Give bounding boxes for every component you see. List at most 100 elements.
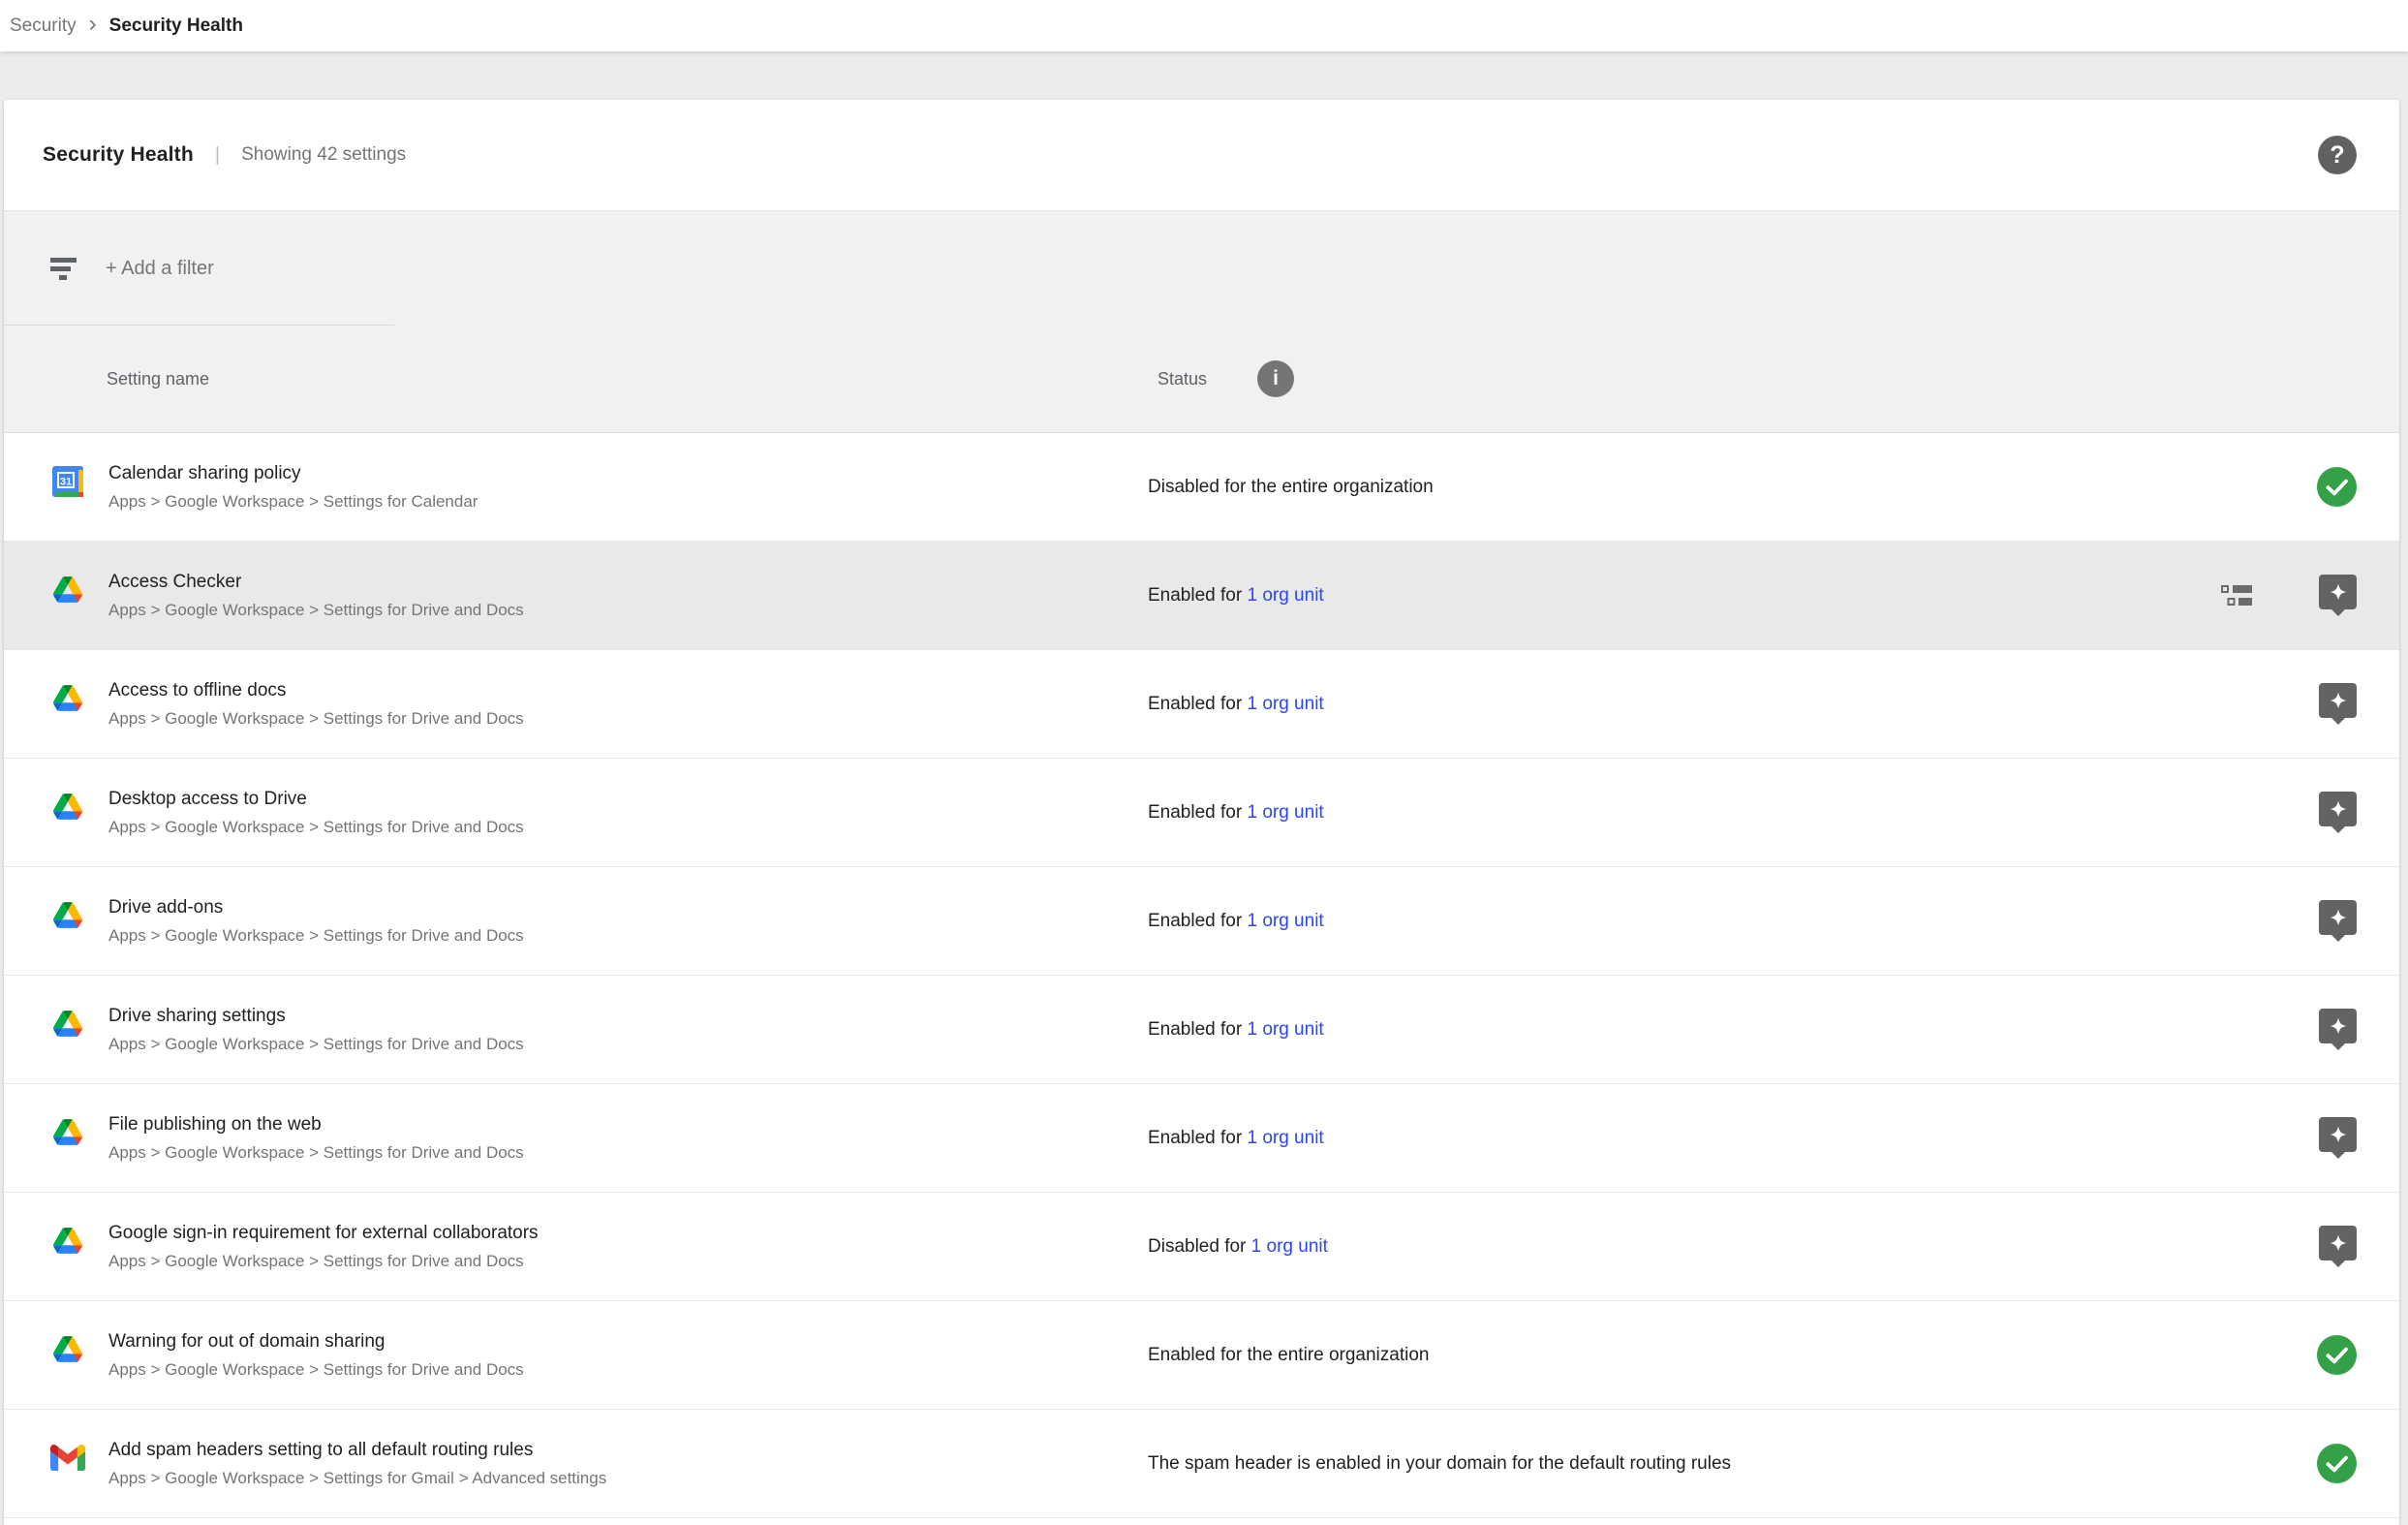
recommendation-icon[interactable]	[2319, 1226, 2357, 1260]
row-actions	[2319, 683, 2399, 725]
org-unit-link[interactable]: 1 org unit	[1247, 585, 1323, 606]
setting-name-cell: Access to offline docs Apps > Google Wor…	[108, 678, 1148, 731]
setting-path: Apps > Google Workspace > Settings for D…	[108, 1033, 1109, 1056]
security-health-card: Security Health | Showing 42 settings ? …	[4, 100, 2399, 1525]
setting-name-cell: Add spam headers setting to all default …	[108, 1438, 1148, 1490]
recommendation-icon[interactable]	[2319, 1117, 2357, 1152]
setting-path: Apps > Google Workspace > Settings for G…	[108, 1467, 1109, 1490]
row-actions	[2319, 1009, 2399, 1050]
drive-icon	[50, 790, 85, 825]
setting-row[interactable]: Access to offline docs Apps > Google Wor…	[4, 650, 2399, 759]
setting-name-cell: Access Checker Apps > Google Workspace >…	[108, 570, 1148, 622]
setting-status: Disabled for 1 org unit	[1148, 1236, 2319, 1258]
org-unit-link[interactable]: 1 org unit	[1247, 694, 1323, 714]
setting-row[interactable]: Warning for out of domain sharing Apps >…	[4, 1301, 2399, 1410]
setting-path: Apps > Google Workspace > Settings for C…	[108, 490, 1109, 514]
recommendation-icon[interactable]	[2319, 900, 2357, 935]
setting-status: Enabled for 1 org unit	[1148, 1019, 2319, 1041]
title-divider: |	[215, 144, 220, 167]
column-header-status: Status i	[1146, 360, 1294, 397]
setting-path: Apps > Google Workspace > Settings for D…	[108, 924, 1109, 948]
org-unit-link[interactable]: 1 org unit	[1247, 1128, 1323, 1148]
drive-icon	[53, 1336, 82, 1362]
setting-status: Enabled for 1 org unit	[1148, 694, 2319, 715]
setting-status: The spam header is enabled in your domai…	[1148, 1453, 2317, 1475]
setting-name-cell: Desktop access to Drive Apps > Google Wo…	[108, 787, 1148, 839]
setting-name-cell: Drive sharing settings Apps > Google Wor…	[108, 1004, 1148, 1056]
breadcrumb-security[interactable]: Security	[10, 16, 77, 37]
org-units-icon	[2221, 585, 2253, 606]
calendar-icon: 31	[52, 466, 83, 497]
setting-status: Enabled for 1 org unit	[1148, 802, 2319, 824]
setting-name: Access Checker	[108, 570, 1109, 595]
setting-name: Drive sharing settings	[108, 1004, 1109, 1029]
row-actions	[2319, 1117, 2399, 1159]
row-actions	[2319, 1226, 2399, 1267]
status-ok-icon	[2317, 1335, 2357, 1375]
setting-row[interactable]: Access Checker Apps > Google Workspace >…	[4, 542, 2399, 650]
setting-name-cell: Warning for out of domain sharing Apps >…	[108, 1329, 1148, 1382]
settings-count: Showing 42 settings	[241, 144, 406, 166]
recommendation-icon[interactable]	[2319, 1009, 2357, 1043]
row-actions	[2317, 1444, 2399, 1483]
drive-icon	[50, 1224, 85, 1259]
svg-text:31: 31	[60, 476, 72, 487]
setting-name: Drive add-ons	[108, 895, 1109, 920]
drive-icon	[53, 794, 82, 820]
setting-row[interactable]: Drive add-ons Apps > Google Workspace > …	[4, 867, 2399, 976]
row-actions	[2221, 575, 2399, 616]
setting-status: Enabled for 1 org unit	[1148, 911, 2319, 932]
org-unit-link[interactable]: 1 org unit	[1247, 1019, 1323, 1040]
calendar-icon: 31	[50, 464, 85, 499]
row-actions	[2319, 900, 2399, 942]
drive-icon	[53, 576, 82, 603]
setting-name: Google sign-in requirement for external …	[108, 1221, 1109, 1246]
column-header-setting-name: Setting name	[4, 369, 1146, 389]
recommendation-icon[interactable]	[2319, 683, 2357, 718]
setting-name: Warning for out of domain sharing	[108, 1329, 1109, 1354]
drive-icon	[50, 681, 85, 716]
help-icon[interactable]: ?	[2318, 136, 2357, 174]
gmail-icon	[50, 1441, 85, 1476]
breadcrumb-security-health: Security Health	[109, 16, 243, 37]
org-unit-link[interactable]: 1 org unit	[1247, 911, 1323, 931]
setting-name: Desktop access to Drive	[108, 787, 1109, 812]
drive-icon	[50, 1115, 85, 1150]
drive-icon	[50, 1332, 85, 1367]
filter-bar: + Add a filter	[4, 211, 2399, 326]
filter-icon[interactable]	[50, 258, 77, 280]
setting-row[interactable]: Add spam headers setting to all default …	[4, 1410, 2399, 1518]
table-header: Setting name Status i	[4, 326, 2399, 433]
drive-icon	[53, 1119, 82, 1145]
setting-status: Enabled for the entire organization	[1148, 1345, 2317, 1366]
add-filter-button[interactable]: + Add a filter	[106, 258, 214, 280]
chevron-right-icon: ›	[89, 13, 97, 39]
setting-name: File publishing on the web	[108, 1112, 1109, 1137]
recommendation-icon[interactable]	[2319, 575, 2357, 609]
setting-name-cell: File publishing on the web Apps > Google…	[108, 1112, 1148, 1165]
drive-icon	[50, 573, 85, 607]
status-ok-icon	[2317, 1444, 2357, 1483]
setting-name: Calendar sharing policy	[108, 461, 1109, 486]
setting-row[interactable]: 31 Calendar sharing policy Apps > Google…	[4, 433, 2399, 542]
drive-icon	[53, 902, 82, 928]
drive-icon	[53, 685, 82, 711]
setting-path: Apps > Google Workspace > Settings for D…	[108, 1358, 1109, 1382]
setting-status: Enabled for 1 org unit	[1148, 1128, 2319, 1149]
setting-row[interactable]: File publishing on the web Apps > Google…	[4, 1084, 2399, 1193]
setting-path: Apps > Google Workspace > Settings for D…	[108, 707, 1109, 731]
recommendation-icon[interactable]	[2319, 792, 2357, 826]
drive-icon	[50, 1007, 85, 1042]
row-actions	[2317, 1335, 2399, 1375]
info-icon[interactable]: i	[1257, 360, 1294, 397]
org-unit-link[interactable]: 1 org unit	[1251, 1236, 1328, 1257]
status-header-label: Status	[1158, 369, 1207, 389]
card-header: Security Health | Showing 42 settings ?	[4, 100, 2399, 211]
setting-path: Apps > Google Workspace > Settings for D…	[108, 1141, 1109, 1165]
setting-row[interactable]: Google sign-in requirement for external …	[4, 1193, 2399, 1301]
setting-row[interactable]: Desktop access to Drive Apps > Google Wo…	[4, 759, 2399, 867]
setting-name-cell: Calendar sharing policy Apps > Google Wo…	[108, 461, 1148, 514]
setting-row[interactable]: Drive sharing settings Apps > Google Wor…	[4, 976, 2399, 1084]
org-unit-link[interactable]: 1 org unit	[1247, 802, 1323, 823]
page-title: Security Health	[43, 143, 194, 167]
